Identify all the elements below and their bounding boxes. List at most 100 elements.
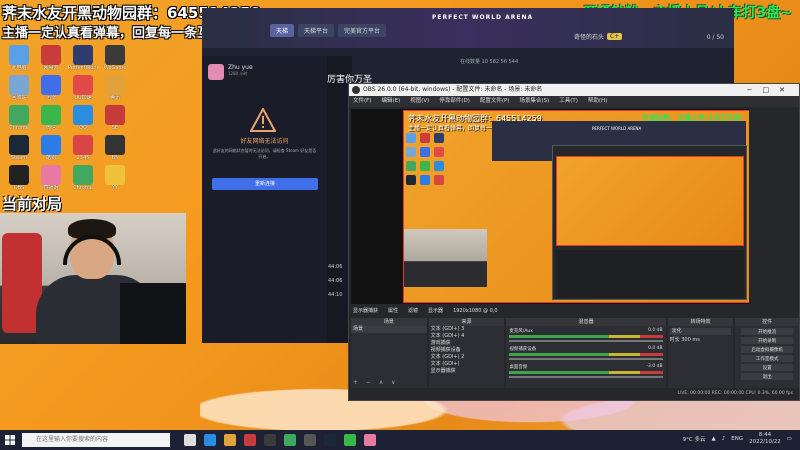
taskbar-search-input[interactable]	[22, 433, 170, 447]
desktop-icon[interactable]: 迅雷	[36, 75, 66, 102]
exit-button[interactable]: 退出	[741, 373, 794, 380]
studio-mode-button[interactable]: 工作室模式	[741, 355, 794, 362]
desktop-icon[interactable]: 酷狗	[36, 135, 66, 162]
desktop-icon[interactable]: PerfectWorld	[68, 45, 98, 72]
chrome-icon[interactable]	[284, 434, 296, 446]
desktop-icon[interactable]: 腾讯	[100, 75, 130, 102]
desktop-icon-label: Chrome	[73, 185, 93, 191]
edge-icon[interactable]	[204, 434, 216, 446]
game-user-name: 奇怪的石头	[574, 34, 605, 41]
desktop-icon-label: 腾讯	[109, 95, 120, 101]
obs-taskbar-icon[interactable]	[304, 434, 316, 446]
desktop-icon[interactable]: Chrome	[68, 165, 98, 192]
windows-start-button[interactable]	[0, 430, 20, 450]
wegame-icon[interactable]	[244, 434, 256, 446]
game-tab-platform[interactable]: 天梯平台	[298, 24, 335, 37]
properties-button[interactable]: 属性	[388, 306, 398, 316]
source-item[interactable]: 游戏捕获	[429, 340, 505, 347]
menu-view[interactable]: 视图(V)	[410, 96, 429, 107]
source-item[interactable]: 文本 (GDI+) 2	[429, 354, 505, 361]
desktop-icon[interactable]: 微信	[36, 105, 66, 132]
source-item[interactable]: 视频捕获设备	[429, 347, 505, 354]
desktop-icon[interactable]: Chrome	[4, 105, 34, 132]
volume-slider[interactable]	[509, 358, 663, 360]
display-label: 显示器	[428, 308, 444, 314]
task-view-icon[interactable]	[184, 434, 196, 446]
desktop-icon[interactable]: OBS	[4, 165, 34, 192]
desktop-icon-label: PerfectWorld	[68, 65, 98, 71]
menu-tools[interactable]: 工具(T)	[559, 96, 578, 107]
scene-controls[interactable]: + − ∧ ∨	[353, 379, 399, 386]
menu-edit[interactable]: 编辑(E)	[381, 96, 400, 107]
desktop-icon[interactable]: 网易云	[36, 45, 66, 72]
desktop-icon[interactable]: YY	[100, 165, 130, 192]
duration-input[interactable]: 300 ms	[681, 337, 700, 343]
app-icon	[105, 45, 125, 65]
desktop-icon[interactable]: Steam	[4, 135, 34, 162]
desktop-icon[interactable]: 5E	[100, 105, 130, 132]
clock[interactable]: 8:44 2022/10/22	[749, 432, 781, 446]
start-recording-button[interactable]: 开始录制	[741, 337, 794, 344]
volume-slider[interactable]	[509, 340, 663, 342]
source-item[interactable]: 显示器捕获	[429, 368, 505, 375]
game-tab-official[interactable]: 完美官方平台	[338, 24, 387, 37]
game-brand: PERFECT WORLD ARENA	[432, 14, 534, 21]
app-icon	[73, 135, 93, 155]
app-icon	[9, 105, 29, 125]
transition-select[interactable]: 淡化	[669, 328, 732, 335]
live-app-icon[interactable]	[364, 434, 376, 446]
game-tab-ladder[interactable]: 天梯	[270, 24, 295, 37]
source-item[interactable]: 文本 (GDI+)	[429, 361, 505, 368]
desktop-icon[interactable]: WeGame	[100, 45, 130, 72]
desktop-icon[interactable]: 2345	[68, 135, 98, 162]
transition-duration: 时长 300 ms	[668, 337, 734, 344]
track-db: 0.0 dB	[648, 328, 663, 333]
chat-time: 44:06	[328, 264, 343, 270]
friend-entry[interactable]: Zhu yue 1280 小时	[208, 64, 253, 80]
explorer-icon[interactable]	[224, 434, 236, 446]
obs-preview[interactable]: 荠末水友开黑动物园群：645514259 主播一定认真看弹幕，回复每一条互动信息…	[351, 109, 749, 304]
source-item[interactable]: 文本 (GDI+) 4	[429, 333, 505, 340]
input-language[interactable]: ENG	[731, 436, 743, 442]
scene-item[interactable]: 场景	[351, 326, 427, 333]
desktop-icon[interactable]: B5	[100, 135, 130, 162]
desktop-icon-label: 回收站	[11, 95, 27, 101]
app-icon	[9, 45, 29, 65]
filters-button[interactable]: 滤镜	[408, 306, 418, 316]
desktop-icon[interactable]: 直播姬	[36, 165, 66, 192]
menu-profile[interactable]: 配置文件(P)	[480, 96, 510, 107]
perfect-world-icon[interactable]	[264, 434, 276, 446]
chat-time: 44:10	[328, 292, 343, 298]
volume-icon[interactable]: ♪	[722, 436, 726, 442]
warning-icon	[250, 108, 276, 132]
game-user[interactable]: 奇怪的石头 C+	[574, 32, 623, 41]
window-controls[interactable]: −□✕	[747, 84, 795, 96]
scenes-title: 场景	[351, 318, 427, 326]
online-count: 在线数量 10 582 56 544	[460, 59, 519, 65]
steam-icon[interactable]	[324, 434, 336, 446]
settings-button[interactable]: 设置	[741, 364, 794, 371]
network-icon[interactable]: ▲	[711, 436, 715, 442]
app-icon	[41, 75, 61, 95]
menu-docks[interactable]: 停靠部件(D)	[439, 96, 470, 107]
desktop-icon[interactable]: QQ	[68, 105, 98, 132]
menu-file[interactable]: 文件(F)	[353, 96, 371, 107]
volume-slider[interactable]	[509, 376, 663, 378]
menu-help[interactable]: 帮助(H)	[588, 96, 607, 107]
nested-icon	[406, 175, 416, 185]
virtual-camera-button[interactable]: 启动虚拟摄像机	[741, 346, 794, 353]
desktop-icon[interactable]: 此电脑	[4, 45, 34, 72]
notification-icon[interactable]: ▭	[787, 436, 792, 442]
display-select[interactable]: 1920x1080 @ 0,0	[453, 306, 498, 316]
source-item[interactable]: 文本 (GDI+) 3	[429, 326, 505, 333]
desktop-icon[interactable]: UU加速	[68, 75, 98, 102]
desktop-icon[interactable]: 回收站	[4, 75, 34, 102]
start-streaming-button[interactable]: 开始推流	[741, 328, 794, 335]
reconnect-button[interactable]: 重新连接	[212, 178, 318, 190]
app-icon	[105, 135, 125, 155]
weather-text[interactable]: 9°C 多云	[683, 435, 706, 443]
transitions-title: 转场特效	[667, 318, 734, 326]
volume-meter	[509, 371, 663, 374]
menu-scene-collection[interactable]: 场景集合(S)	[519, 96, 549, 107]
wechat-icon[interactable]	[344, 434, 356, 446]
